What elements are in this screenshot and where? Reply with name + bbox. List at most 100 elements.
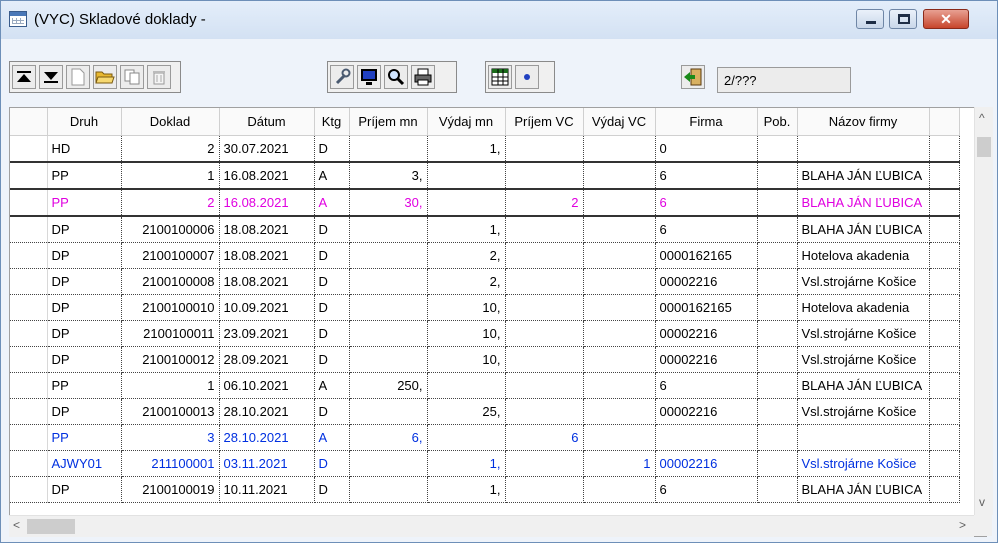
table-cell[interactable]: Hotelova akadenia xyxy=(797,294,930,321)
table-cell[interactable]: 30.07.2021 xyxy=(219,135,315,163)
table-cell[interactable]: Vsl.strojárne Košice xyxy=(797,398,930,425)
column-header[interactable]: Názov firmy xyxy=(797,108,930,136)
table-cell[interactable]: 2100100007 xyxy=(121,242,220,269)
new-document-button[interactable] xyxy=(66,65,90,89)
table-cell[interactable]: 00002216 xyxy=(655,346,758,373)
table-cell[interactable]: DP xyxy=(47,268,122,295)
table-cell[interactable]: 6 xyxy=(655,372,758,399)
table-cell[interactable]: Vsl.strojárne Košice xyxy=(797,450,930,477)
vertical-scrollbar[interactable]: ^ v xyxy=(974,107,993,515)
table-cell[interactable]: PP xyxy=(47,162,122,190)
grid-button[interactable] xyxy=(488,65,512,89)
table-cell[interactable]: 2100100010 xyxy=(121,294,220,321)
copy-button[interactable] xyxy=(120,65,144,89)
table-cell[interactable]: 0 xyxy=(655,135,758,163)
table-cell[interactable]: A xyxy=(314,372,350,399)
table-cell[interactable]: 6 xyxy=(655,162,758,190)
table-cell[interactable] xyxy=(427,162,506,190)
table-cell[interactable]: 10, xyxy=(427,320,506,347)
table-cell[interactable]: PP xyxy=(47,372,122,399)
row-selector[interactable] xyxy=(10,135,48,163)
row-selector[interactable] xyxy=(10,188,48,217)
table-cell[interactable]: DP xyxy=(47,320,122,347)
table-cell[interactable]: A xyxy=(314,162,350,190)
table-cell[interactable] xyxy=(583,268,656,295)
table-cell[interactable] xyxy=(505,216,584,243)
table-cell[interactable]: D xyxy=(314,346,350,373)
table-cell[interactable]: 0000162165 xyxy=(655,242,758,269)
table-row[interactable]: AJWY01 211100001 03.11.2021 D 1, 1 00002216 Vsl… xyxy=(10,450,960,477)
column-header[interactable]: Príjem mn xyxy=(349,108,428,136)
table-cell[interactable]: DP xyxy=(47,242,122,269)
column-header[interactable]: Doklad xyxy=(121,108,220,136)
table-cell[interactable] xyxy=(757,346,798,373)
table-cell[interactable] xyxy=(505,294,584,321)
table-cell[interactable]: D xyxy=(314,135,350,163)
table-cell[interactable] xyxy=(505,346,584,373)
table-cell[interactable] xyxy=(349,294,428,321)
table-cell[interactable] xyxy=(427,424,506,451)
table-cell[interactable]: D xyxy=(314,320,350,347)
table-cell[interactable] xyxy=(349,216,428,243)
table-cell[interactable]: 25, xyxy=(427,398,506,425)
horizontal-scroll-thumb[interactable] xyxy=(27,519,75,534)
table-row[interactable]: DP 2100100008 18.08.2021 D 2, 00002216 Vsl.str… xyxy=(10,268,960,295)
table-cell[interactable]: 00002216 xyxy=(655,268,758,295)
table-cell[interactable]: 2100100011 xyxy=(121,320,220,347)
table-cell[interactable] xyxy=(583,188,656,217)
table-cell[interactable] xyxy=(349,320,428,347)
move-last-button[interactable] xyxy=(39,65,63,89)
row-selector[interactable] xyxy=(10,424,48,451)
table-cell[interactable]: 28.10.2021 xyxy=(219,424,315,451)
table-cell[interactable] xyxy=(583,372,656,399)
row-selector[interactable] xyxy=(10,476,48,503)
table-cell[interactable]: A xyxy=(314,188,350,217)
row-selector[interactable] xyxy=(10,398,48,425)
minimize-button[interactable] xyxy=(856,9,884,29)
column-header[interactable]: Pob. xyxy=(757,108,798,136)
table-cell[interactable] xyxy=(757,450,798,477)
table-cell[interactable] xyxy=(583,346,656,373)
table-cell[interactable]: 0000162165 xyxy=(655,294,758,321)
table-cell[interactable]: 2100100006 xyxy=(121,216,220,243)
table-cell[interactable]: D xyxy=(314,268,350,295)
table-cell[interactable]: 2 xyxy=(121,188,220,217)
row-selector[interactable] xyxy=(10,294,48,321)
table-cell[interactable]: DP xyxy=(47,398,122,425)
table-cell[interactable]: D xyxy=(314,216,350,243)
table-cell[interactable]: 00002216 xyxy=(655,398,758,425)
table-cell[interactable] xyxy=(757,135,798,163)
table-cell[interactable] xyxy=(505,476,584,503)
maximize-button[interactable] xyxy=(889,9,917,29)
table-cell[interactable]: 10.09.2021 xyxy=(219,294,315,321)
table-cell[interactable] xyxy=(655,424,758,451)
table-cell[interactable]: 10.11.2021 xyxy=(219,476,315,503)
table-cell[interactable]: 1 xyxy=(583,450,656,477)
table-row[interactable]: DP 2100100006 18.08.2021 D 1, 6 BLAHA JÁN ĽUBI… xyxy=(10,216,960,243)
exit-button[interactable] xyxy=(681,65,705,89)
table-cell[interactable]: Vsl.strojárne Košice xyxy=(797,320,930,347)
scroll-right-icon[interactable]: > xyxy=(959,518,966,532)
table-cell[interactable] xyxy=(757,294,798,321)
table-row[interactable]: DP 2100100012 28.09.2021 D 10, 00002216 Vsl.st… xyxy=(10,346,960,373)
table-cell[interactable]: 2100100019 xyxy=(121,476,220,503)
table-cell[interactable] xyxy=(797,135,930,163)
table-cell[interactable]: D xyxy=(314,242,350,269)
table-cell[interactable]: 28.10.2021 xyxy=(219,398,315,425)
table-row[interactable]: DP 2100100007 18.08.2021 D 2, 0000162165 Hotel… xyxy=(10,242,960,269)
table-cell[interactable] xyxy=(583,476,656,503)
table-row[interactable]: DP 2100100019 10.11.2021 D 1, 6 BLAHA JÁN ĽUBI… xyxy=(10,476,960,503)
settings-button[interactable] xyxy=(330,65,354,89)
table-cell[interactable] xyxy=(757,372,798,399)
table-cell[interactable] xyxy=(757,476,798,503)
delete-button[interactable] xyxy=(147,65,171,89)
table-cell[interactable]: Vsl.strojárne Košice xyxy=(797,268,930,295)
table-cell[interactable]: 10, xyxy=(427,346,506,373)
table-cell[interactable]: 6 xyxy=(655,476,758,503)
table-cell[interactable] xyxy=(505,268,584,295)
screen-button[interactable] xyxy=(357,65,381,89)
table-cell[interactable]: 6 xyxy=(655,188,758,217)
table-cell[interactable]: 16.08.2021 xyxy=(219,162,315,190)
table-row[interactable]: PP 2 16.08.2021 A 30, 2 6 BLAHA JÁN ĽUBICA xyxy=(10,188,960,217)
resize-grip[interactable] xyxy=(974,515,992,536)
